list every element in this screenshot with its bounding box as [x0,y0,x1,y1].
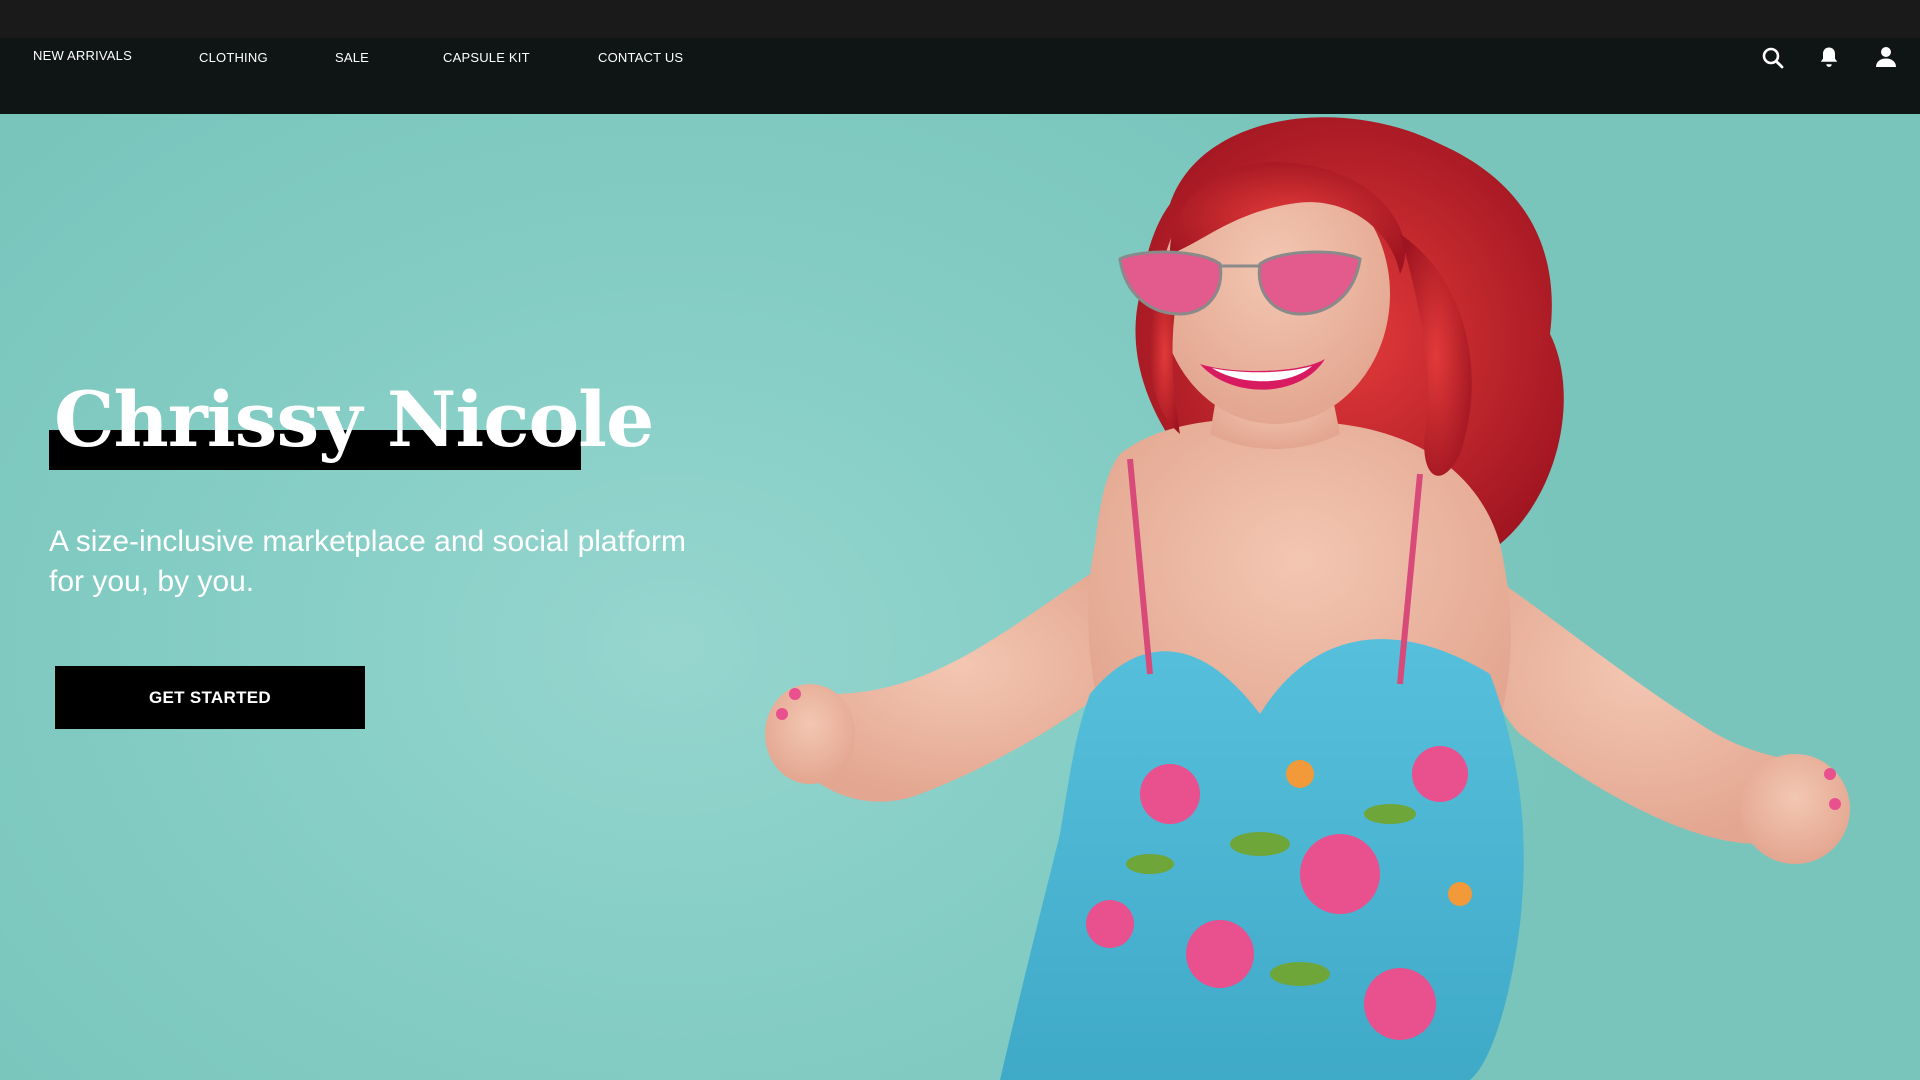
search-icon[interactable] [1761,46,1785,70]
top-bar [0,0,1920,38]
nav-capsule-kit[interactable]: CAPSULE KIT [443,50,530,65]
hero-model-image [765,117,1850,1080]
main-navigation: NEW ARRIVALS CLOTHING SALE CAPSULE KIT C… [0,38,1920,114]
nav-contact-us[interactable]: CONTACT US [598,50,683,65]
hero-title: Chrissy Nicole [54,375,654,464]
hero-section: Chrissy Nicole A size-inclusive marketpl… [0,114,1920,1080]
get-started-button[interactable]: GET STARTED [55,666,365,729]
user-icon[interactable] [1874,45,1898,69]
nav-sale[interactable]: SALE [335,50,369,65]
nav-clothing[interactable]: CLOTHING [199,50,268,65]
hero-title-block: Chrissy Nicole [49,370,654,490]
bell-icon[interactable] [1817,45,1841,69]
hero-tagline: A size-inclusive marketplace and social … [49,522,709,602]
hero-tagline-line-2: for you, by you. [49,565,255,598]
hero-tagline-line-1: A size-inclusive marketplace and social … [49,525,686,558]
nav-new-arrivals[interactable]: NEW ARRIVALS [33,48,132,63]
